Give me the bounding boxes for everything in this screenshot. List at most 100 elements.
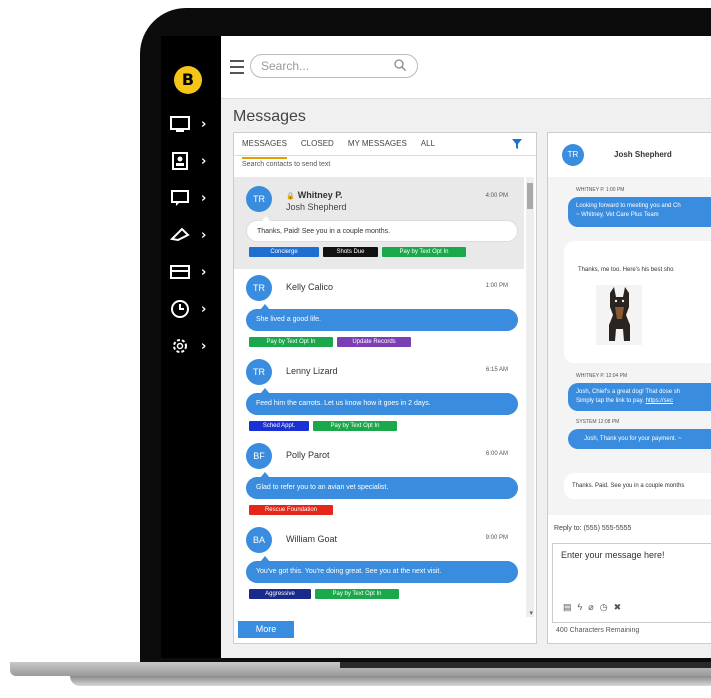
tag-list: Aggressive Pay by Text Opt In	[249, 589, 399, 599]
tab-all[interactable]: ALL	[421, 139, 435, 155]
tab-my-messages[interactable]: MY MESSAGES	[348, 139, 407, 155]
chevron-right-icon: ›	[201, 116, 207, 132]
chevron-right-icon: ›	[201, 264, 207, 280]
tag[interactable]: Pay by Text Opt In	[382, 247, 466, 257]
more-button[interactable]: More	[238, 621, 294, 638]
chat-thread: WHITNEY P. 1:00 PM Looking forward to me…	[548, 177, 711, 515]
chat-header: TR Josh Shepherd	[548, 133, 711, 178]
scrollbar[interactable]	[526, 177, 534, 617]
message-time: 4:00 PM	[485, 193, 508, 199]
list-item[interactable]: TR 🔒 Whitney P. Josh Shepherd 4:00 PM Tha…	[234, 177, 524, 269]
tag[interactable]: Shots Due	[323, 247, 378, 257]
clock-icon	[171, 300, 189, 318]
tag[interactable]: Update Records	[337, 337, 411, 347]
contact-name: 🔒 Whitney P.	[286, 190, 343, 200]
chat-panel: TR Josh Shepherd WHITNEY P. 1:00 PM Look…	[547, 132, 711, 644]
app-logo[interactable]: B	[174, 66, 202, 94]
side-navigation: B › › › › › › ›	[161, 36, 221, 658]
chat-contact-name: Josh Shepherd	[614, 150, 672, 159]
scroll-down-icon[interactable]: ▾	[529, 609, 533, 617]
search-icon[interactable]	[393, 58, 407, 72]
message-preview: Glad to refer you to an avian vet specia…	[246, 472, 518, 499]
avatar: TR	[562, 144, 584, 166]
tag[interactable]: Pay by Text Opt In	[249, 337, 333, 347]
contact-name: Polly Parot	[286, 450, 330, 460]
message-preview: Thanks, Paid! See you in a couple months…	[246, 216, 518, 242]
tag[interactable]: Sched Appt.	[249, 421, 309, 431]
chat-icon	[171, 190, 189, 206]
contact-name: William Goat	[286, 534, 338, 544]
message-meta: WHITNEY P. 1:00 PM	[576, 187, 625, 193]
close-icon[interactable]: ✖	[614, 602, 622, 613]
list-item[interactable]: TR Lenny Lizard 6:15 AM Feed him the car…	[234, 357, 524, 441]
conversation-list: TR 🔒 Whitney P. Josh Shepherd 4:00 PM Tha…	[234, 177, 524, 623]
contact-subname: Josh Shepherd	[286, 202, 347, 212]
list-item[interactable]: BA William Goat 9:00 PM You've got this.…	[234, 525, 524, 609]
list-item[interactable]: TR Kelly Calico 1:00 PM She lived a good…	[234, 273, 524, 357]
characters-remaining: 400 Characters Remaining	[556, 627, 640, 634]
nav-item-history[interactable]: ›	[169, 296, 215, 322]
avatar: BF	[246, 443, 272, 469]
nav-item-campaigns[interactable]: ›	[169, 222, 215, 248]
tag[interactable]: Pay by Text Opt In	[313, 421, 397, 431]
nav-item-payments[interactable]: ›	[169, 259, 215, 285]
chevron-right-icon: ›	[201, 227, 207, 243]
nav-item-dashboard[interactable]: ›	[169, 111, 215, 137]
tag[interactable]: Rescue Foundation	[249, 505, 333, 515]
tag[interactable]: Pay by Text Opt In	[315, 589, 399, 599]
incoming-message: Thanks. Paid. See you in a couple months	[564, 473, 711, 499]
chevron-right-icon: ›	[201, 153, 207, 169]
chevron-right-icon: ›	[201, 190, 207, 206]
tab-messages[interactable]: MESSAGES	[242, 139, 287, 159]
top-bar: Search...	[221, 36, 711, 99]
clock-icon[interactable]: ◷	[600, 602, 608, 613]
contact-name: Lenny Lizard	[286, 366, 338, 376]
message-time: 6:15 AM	[485, 367, 508, 373]
laptop-base-edge	[70, 676, 711, 686]
outgoing-message: Josh, Chief's a great dog! That dose sh …	[568, 383, 711, 411]
payment-link[interactable]: https://sec	[646, 398, 673, 404]
dog-photo[interactable]	[596, 285, 642, 345]
compose-toolbar: ▤ ϟ ⌀ ◷ ✖	[563, 602, 621, 613]
tag[interactable]: Concierge	[249, 247, 319, 257]
nav-item-messages[interactable]: ›	[169, 185, 215, 211]
message-meta: WHITNEY P. 12:04 PM	[576, 373, 628, 379]
tab-closed[interactable]: CLOSED	[301, 139, 334, 155]
nav-item-settings[interactable]: ›	[169, 333, 215, 359]
megaphone-icon	[169, 227, 190, 242]
app-screen: B › › › › › › › Search... Messages MESSA…	[161, 36, 711, 658]
message-preview: You've got this. You're doing great. See…	[246, 556, 518, 583]
avatar: TR	[246, 359, 272, 385]
message-time: 9:00 PM	[485, 535, 508, 541]
avatar: BA	[246, 527, 272, 553]
outgoing-message: Josh, Thank you for your payment. ~	[568, 429, 711, 449]
gear-icon	[173, 339, 187, 353]
reply-to-label: Reply to: (555) 555-5555	[554, 525, 632, 532]
message-time: 6:00 AM	[485, 451, 508, 457]
divider	[234, 155, 536, 156]
list-item[interactable]: BF Polly Parot 6:00 AM Glad to refer you…	[234, 441, 524, 525]
lightning-icon[interactable]: ϟ	[578, 602, 583, 613]
filter-icon[interactable]	[512, 139, 522, 149]
lock-icon: 🔒	[286, 193, 295, 200]
search-placeholder: Search...	[261, 59, 310, 73]
search-contacts-field[interactable]: Search contacts to send text	[242, 161, 330, 168]
paperclip-icon[interactable]: ⌀	[588, 602, 593, 613]
avatar: TR	[246, 186, 272, 212]
message-tabs: MESSAGES CLOSED MY MESSAGES ALL	[242, 139, 435, 159]
tag-list: Rescue Foundation	[249, 505, 333, 515]
message-preview: She lived a good life.	[246, 304, 518, 331]
menu-icon[interactable]	[230, 60, 244, 74]
document-icon[interactable]: ▤	[563, 602, 572, 613]
contact-card-icon	[172, 152, 188, 170]
message-text: Thanks, me too. Here's his best sho	[578, 267, 674, 273]
nav-item-contacts[interactable]: ›	[169, 148, 215, 174]
page-title: Messages	[233, 108, 306, 125]
card-icon	[170, 265, 190, 279]
message-compose-field[interactable]: Enter your message here! ▤ ϟ ⌀ ◷ ✖	[552, 543, 711, 623]
contact-name: Kelly Calico	[286, 282, 334, 292]
scroll-thumb[interactable]	[527, 183, 533, 209]
search-input[interactable]: Search...	[250, 54, 418, 78]
tag[interactable]: Aggressive	[249, 589, 311, 599]
incoming-message: Thanks, me too. Here's his best sho	[564, 241, 711, 363]
